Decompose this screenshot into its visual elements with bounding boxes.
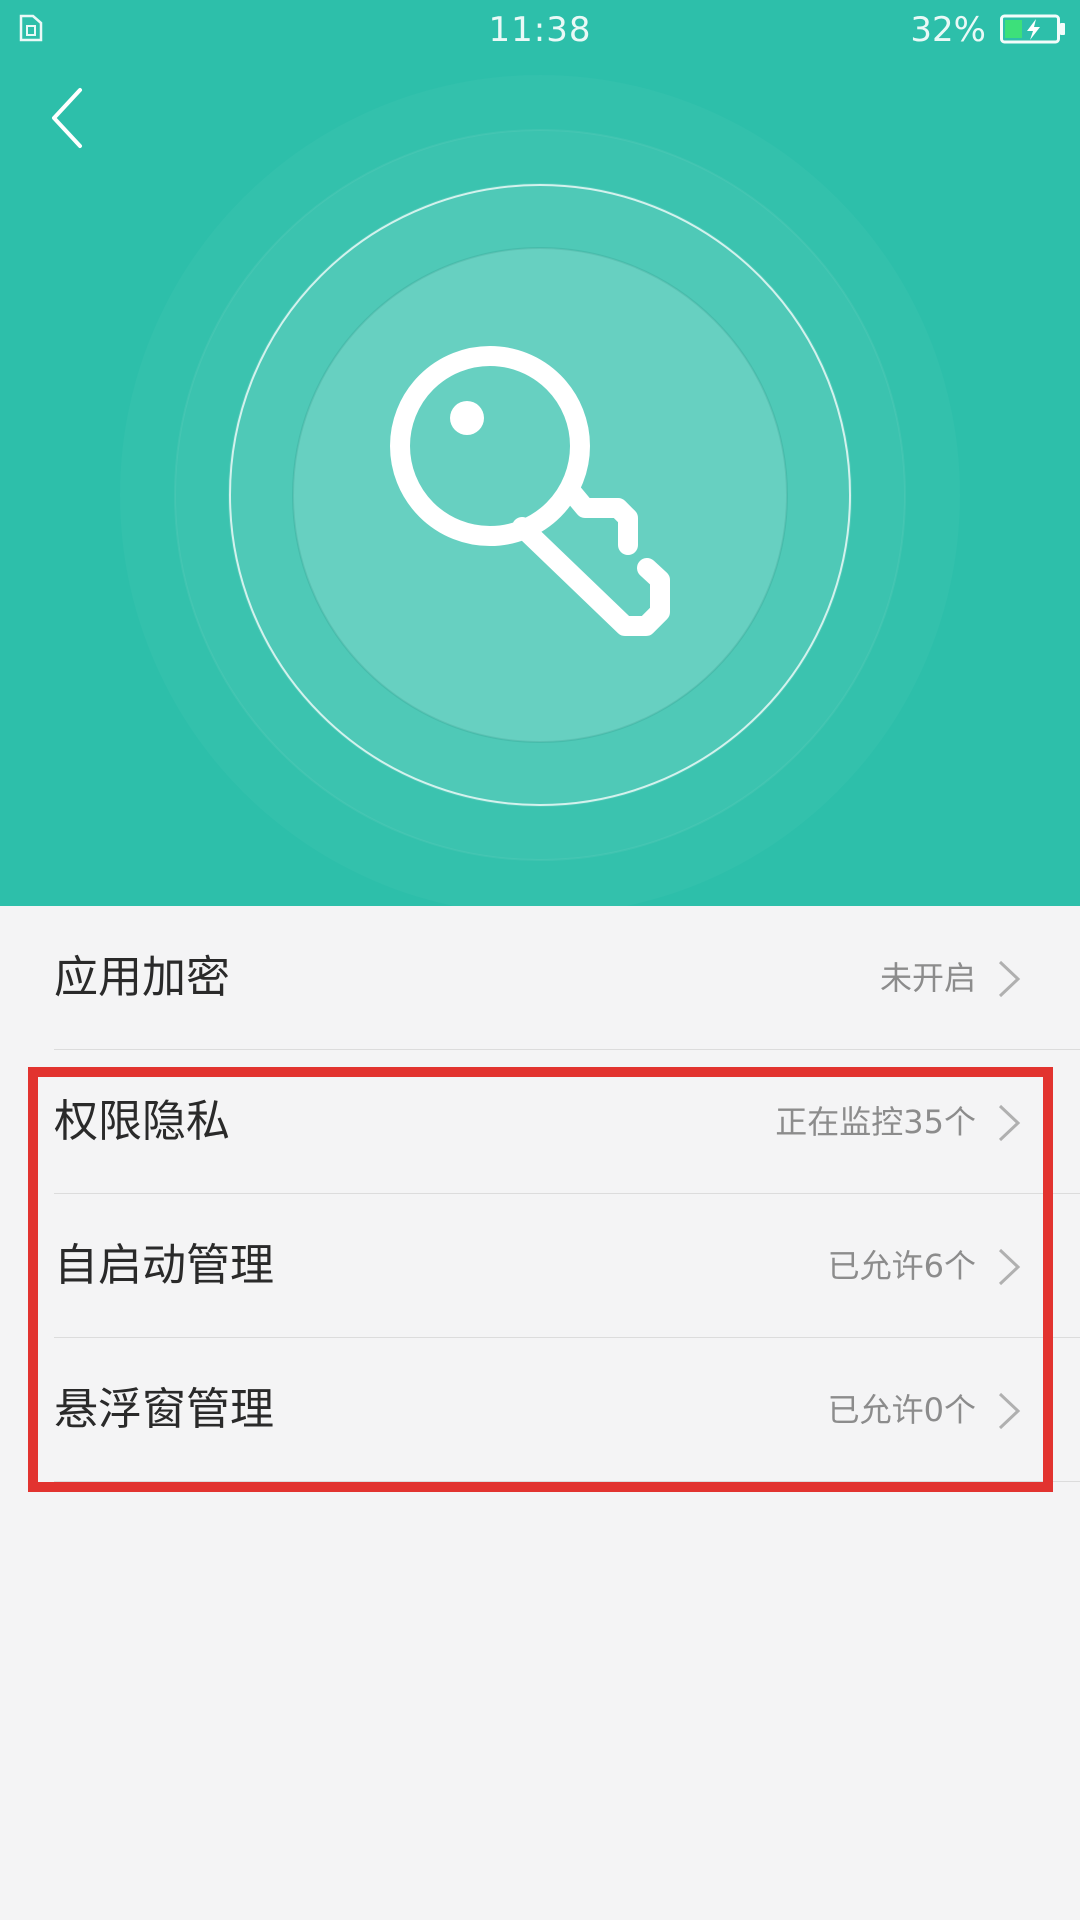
list-item-floating-window-management[interactable]: 悬浮窗管理 已允许0个 <box>0 1338 1080 1482</box>
chevron-right-icon <box>998 1104 1021 1142</box>
list-item-status: 已允许0个 <box>827 1391 976 1429</box>
list-item-status: 未开启 <box>879 959 976 997</box>
chevron-right-icon <box>998 960 1021 998</box>
key-icon <box>390 346 670 636</box>
list-item-status: 已允许6个 <box>827 1247 976 1285</box>
list-item-title: 应用加密 <box>54 952 230 1003</box>
chevron-right-icon <box>998 1392 1021 1430</box>
header-banner: 11:38 32% <box>0 0 1080 906</box>
list-item-autostart-management[interactable]: 自启动管理 已允许6个 <box>0 1194 1080 1338</box>
list-item-status: 正在监控35个 <box>775 1103 976 1141</box>
list-item-permission-privacy[interactable]: 权限隐私 正在监控35个 <box>0 1050 1080 1194</box>
settings-list: 应用加密 未开启 权限隐私 正在监控35个 自启动管理 已允许6个 悬浮窗管理 … <box>0 906 1080 1482</box>
list-item-title: 权限隐私 <box>54 1096 230 1147</box>
chevron-right-icon <box>998 1248 1021 1286</box>
list-item-title: 自启动管理 <box>54 1240 274 1291</box>
list-item-app-encryption[interactable]: 应用加密 未开启 <box>0 906 1080 1050</box>
list-item-title: 悬浮窗管理 <box>54 1384 274 1435</box>
